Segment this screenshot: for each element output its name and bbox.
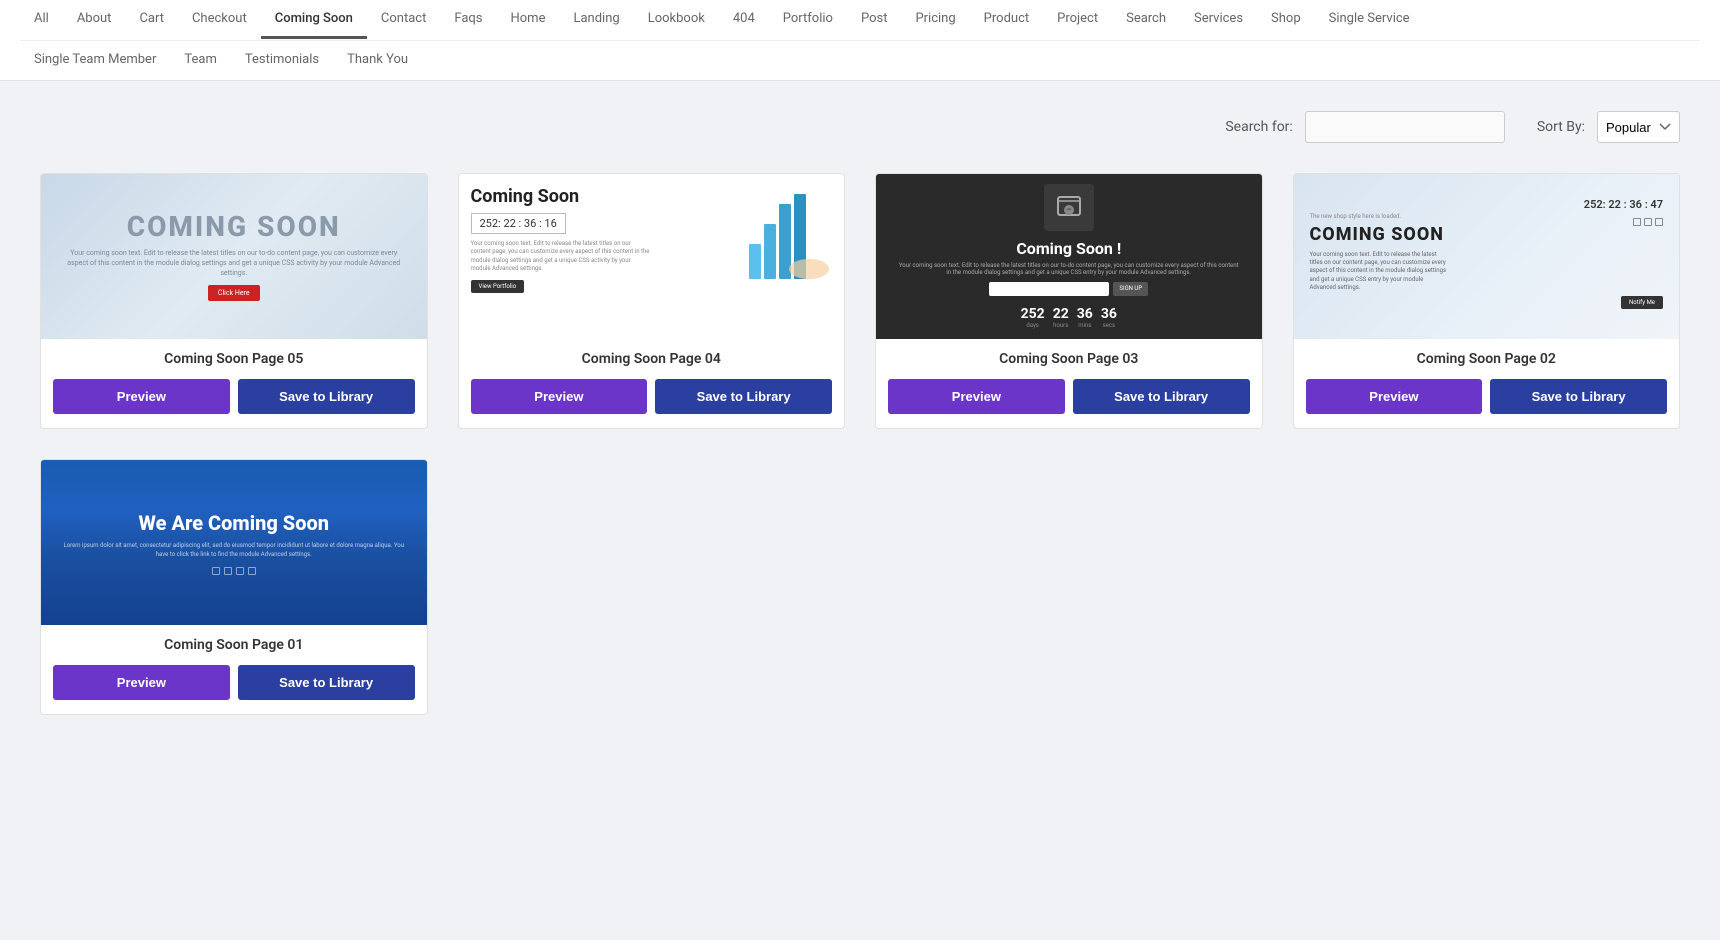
card-title-page-05: Coming Soon Page 05 [53,351,415,367]
card-footer-page-03: Coming Soon Page 03 PreviewSave to Librar… [876,339,1262,428]
preview-button-page-05[interactable]: Preview [53,379,230,414]
card-page-05: COMING SOON Your coming soon text. Edit … [40,173,428,429]
thumb-icon [1044,184,1094,231]
card-footer-page-04: Coming Soon Page 04 PreviewSave to Librar… [459,339,845,428]
navigation: AllAboutCartCheckoutComing SoonContactFa… [0,0,1720,81]
nav-item-project[interactable]: Project [1043,1,1112,39]
search-label: Search for: [1225,119,1292,135]
thumb-desc: Your coming soon text. Edit to release t… [41,249,427,278]
save-button-page-01[interactable]: Save to Library [238,665,415,700]
card-footer-page-02: Coming Soon Page 02 PreviewSave to Librar… [1294,339,1680,428]
nav-item-shop[interactable]: Shop [1257,1,1315,39]
nav-item-lookbook[interactable]: Lookbook [634,1,719,39]
nav-item-portfolio[interactable]: Portfolio [769,1,847,39]
thumb-desc: Your coming soon text. Edit to release t… [471,240,651,274]
preview-button-page-03[interactable]: Preview [888,379,1065,414]
card-thumbnail-page-01: We Are Coming Soon Lorem ipsum dolor sit… [41,460,427,625]
card-page-03: Coming Soon ! Your coming soon text. Edi… [875,173,1263,429]
card-title-page-04: Coming Soon Page 04 [471,351,833,367]
card-actions-page-01: PreviewSave to Library [53,665,415,700]
nav-item-about[interactable]: About [63,1,126,39]
save-button-page-02[interactable]: Save to Library [1490,379,1667,414]
nav-item-team[interactable]: Team [170,42,231,80]
thumb-chart [744,184,834,284]
card-title-page-02: Coming Soon Page 02 [1306,351,1668,367]
card-thumbnail-page-02: The new shop style here is loaded. COMIN… [1294,174,1680,339]
preview-button-page-02[interactable]: Preview [1306,379,1483,414]
thumb-counters: 252 days 22 hours 36 mins [1021,306,1117,329]
card-title-page-01: Coming Soon Page 01 [53,637,415,653]
card-thumbnail-page-03: Coming Soon ! Your coming soon text. Edi… [876,174,1262,339]
thumb-btn: View Portfolio [471,280,525,293]
nav-item-landing[interactable]: Landing [559,1,633,39]
thumb-btn: Click Here [208,285,260,301]
card-thumbnail-page-05: COMING SOON Your coming soon text. Edit … [41,174,427,339]
thumb-title: Coming Soon ! [1016,239,1121,258]
thumb-btn: Notify Me [1621,296,1663,309]
nav-item-cart[interactable]: Cart [125,1,178,39]
nav-item-404[interactable]: 404 [719,1,769,39]
sort-label: Sort By: [1537,119,1585,135]
card-page-04: Coming Soon 252: 22 : 36 : 16 Your comin… [458,173,846,429]
card-footer-page-01: Coming Soon Page 01 PreviewSave to Librar… [41,625,427,714]
nav-row-1: AllAboutCartCheckoutComing SoonContactFa… [20,0,1700,40]
main-content: Search for: Sort By: PopularNewestOldest… [0,81,1720,745]
search-input[interactable] [1305,111,1505,143]
nav-item-checkout[interactable]: Checkout [178,1,261,39]
thumb-dots [212,567,256,575]
thumb-title: We Are Coming Soon [138,511,329,535]
save-button-page-04[interactable]: Save to Library [655,379,832,414]
preview-button-page-01[interactable]: Preview [53,665,230,700]
nav-item-single-team-member[interactable]: Single Team Member [20,42,170,80]
nav-item-pricing[interactable]: Pricing [901,1,969,39]
card-actions-page-05: PreviewSave to Library [53,379,415,414]
cards-grid-bottom: We Are Coming Soon Lorem ipsum dolor sit… [40,459,1680,715]
nav-item-product[interactable]: Product [970,1,1043,39]
card-actions-page-03: PreviewSave to Library [888,379,1250,414]
thumb-timer: 252: 22 : 36 : 47 [1584,198,1663,211]
card-title-page-03: Coming Soon Page 03 [888,351,1250,367]
thumb-dots [1633,218,1663,226]
cards-grid-top: COMING SOON Your coming soon text. Edit … [40,173,1680,429]
nav-item-faqs[interactable]: Faqs [440,1,496,39]
nav-item-home[interactable]: Home [496,1,559,39]
thumb-small: The new shop style here is loaded. [1310,213,1402,220]
nav-item-all[interactable]: All [20,1,63,39]
nav-item-services[interactable]: Services [1180,1,1257,39]
nav-item-thank-you[interactable]: Thank You [333,42,422,80]
card-page-02: The new shop style here is loaded. COMIN… [1293,173,1681,429]
thumb-input-row: SIGN UP [989,282,1148,296]
nav-item-contact[interactable]: Contact [367,1,440,39]
thumb-desc: Your coming soon text. Edit to release t… [1310,251,1450,293]
save-button-page-05[interactable]: Save to Library [238,379,415,414]
nav-item-search[interactable]: Search [1112,1,1180,39]
thumb-title: COMING SOON [127,212,341,243]
thumb-timer: 252: 22 : 36 : 16 [471,213,566,234]
thumb-title: COMING SOON [1310,224,1444,245]
toolbar: Search for: Sort By: PopularNewestOldest… [40,111,1680,143]
nav-item-coming-soon[interactable]: Coming Soon [261,1,367,39]
card-footer-page-05: Coming Soon Page 05 PreviewSave to Librar… [41,339,427,428]
nav-row-2: Single Team MemberTeamTestimonialsThank … [20,40,1700,80]
thumb-title: Coming Soon [471,186,580,207]
thumb-desc: Lorem ipsum dolor sit amet, consectetur … [41,541,427,559]
nav-item-testimonials[interactable]: Testimonials [231,42,333,80]
card-page-01: We Are Coming Soon Lorem ipsum dolor sit… [40,459,428,715]
preview-button-page-04[interactable]: Preview [471,379,648,414]
sort-select[interactable]: PopularNewestOldestA-Z [1597,111,1680,143]
nav-item-single-service[interactable]: Single Service [1315,1,1424,39]
card-actions-page-02: PreviewSave to Library [1306,379,1668,414]
card-thumbnail-page-04: Coming Soon 252: 22 : 36 : 16 Your comin… [459,174,845,339]
card-actions-page-04: PreviewSave to Library [471,379,833,414]
nav-item-post[interactable]: Post [847,1,902,39]
save-button-page-03[interactable]: Save to Library [1073,379,1250,414]
thumb-desc: Your coming soon text. Edit to release t… [886,262,1252,276]
